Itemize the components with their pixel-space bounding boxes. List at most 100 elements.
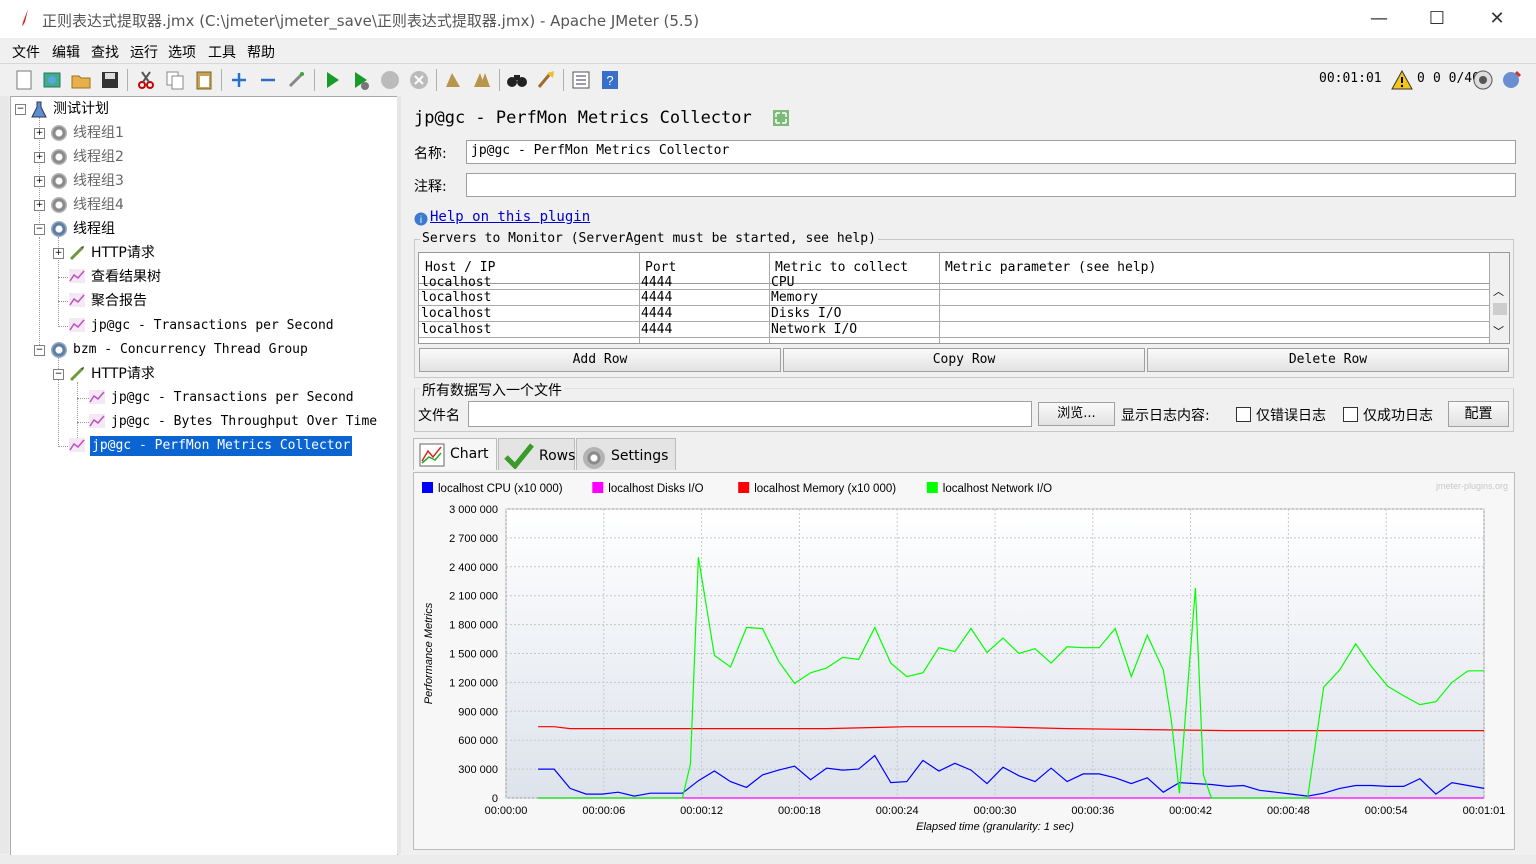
tree-node-tps-listener-2[interactable]: jp@gc - Transactions per Second bbox=[111, 388, 354, 408]
split-divider[interactable] bbox=[397, 96, 401, 854]
y-tick-label: 1 500 000 bbox=[449, 649, 498, 661]
column-header-parameter[interactable]: Metric parameter (see help) bbox=[945, 260, 1156, 275]
filename-field[interactable] bbox=[468, 401, 1032, 427]
start-icon[interactable] bbox=[321, 69, 343, 91]
scroll-thumb[interactable] bbox=[1493, 303, 1507, 315]
jmeter-logo-icon bbox=[22, 9, 28, 26]
column-header-host[interactable]: Host / IP bbox=[425, 260, 495, 275]
row-divider bbox=[419, 305, 1489, 306]
table-cell[interactable]: localhost bbox=[421, 322, 491, 337]
collapse-toggle[interactable]: − bbox=[34, 345, 45, 356]
collapse-toggle[interactable]: − bbox=[34, 224, 45, 235]
help-icon[interactable]: ? bbox=[599, 69, 621, 91]
expand-all-icon[interactable] bbox=[228, 69, 250, 91]
expand-toggle[interactable]: + bbox=[34, 128, 45, 139]
table-cell[interactable]: 4444 bbox=[641, 290, 672, 305]
menu-tools[interactable]: 工具 bbox=[208, 42, 236, 62]
name-field[interactable]: jp@gc - PerfMon Metrics Collector bbox=[466, 140, 1516, 164]
open-icon[interactable] bbox=[70, 69, 92, 91]
stop-icon[interactable] bbox=[379, 69, 401, 91]
table-cell[interactable]: localhost bbox=[421, 306, 491, 321]
menu-search[interactable]: 查找 bbox=[91, 42, 119, 62]
expand-toggle[interactable]: + bbox=[53, 248, 64, 259]
copy-icon[interactable] bbox=[164, 69, 186, 91]
new-icon[interactable] bbox=[13, 69, 35, 91]
start-no-pauses-icon[interactable] bbox=[350, 69, 372, 91]
errors-only-checkbox[interactable] bbox=[1236, 407, 1251, 422]
tree-node-thread-group-3[interactable]: 线程组3 bbox=[73, 171, 124, 191]
table-cell[interactable]: Memory bbox=[771, 290, 818, 305]
servers-table[interactable]: Host / IP Port Metric to collect Metric … bbox=[418, 252, 1510, 344]
tab-chart[interactable]: Chart bbox=[413, 438, 497, 470]
menu-file[interactable]: 文件 bbox=[12, 42, 40, 62]
test-plan-tree[interactable]: − 测试计划 + 线程组1 + 线程组2 + 线程组3 + 线程组4 − 线程组… bbox=[10, 96, 398, 856]
tab-rows[interactable]: Rows bbox=[498, 438, 575, 470]
table-cell[interactable]: 4444 bbox=[641, 306, 672, 321]
remote-status-icon[interactable] bbox=[1472, 69, 1494, 91]
collapse-all-icon[interactable] bbox=[257, 69, 279, 91]
shutdown-icon[interactable] bbox=[408, 69, 430, 91]
delete-row-button[interactable]: Delete Row bbox=[1147, 348, 1509, 372]
table-cell[interactable]: localhost bbox=[421, 290, 491, 305]
tree-node-tps-listener[interactable]: jp@gc - Transactions per Second bbox=[91, 316, 334, 336]
minimize-button[interactable]: — bbox=[1356, 6, 1402, 32]
tab-settings[interactable]: Settings bbox=[576, 438, 676, 470]
tree-node-thread-group-1[interactable]: 线程组1 bbox=[73, 123, 124, 143]
add-row-button[interactable]: Add Row bbox=[419, 348, 781, 372]
column-header-metric[interactable]: Metric to collect bbox=[775, 260, 908, 275]
log-viewer-icon[interactable] bbox=[1500, 69, 1522, 91]
collapse-toggle[interactable]: − bbox=[53, 369, 64, 380]
tree-node-concurrency-thread-group[interactable]: bzm - Concurrency Thread Group bbox=[73, 340, 308, 360]
warning-icon[interactable] bbox=[1391, 70, 1413, 90]
column-header-port[interactable]: Port bbox=[645, 260, 676, 275]
toggle-icon[interactable] bbox=[286, 69, 308, 91]
maximize-button[interactable]: ☐ bbox=[1414, 6, 1460, 32]
save-icon[interactable] bbox=[99, 69, 121, 91]
table-cell[interactable]: localhost bbox=[421, 275, 491, 290]
expand-toggle[interactable]: + bbox=[34, 200, 45, 211]
menu-help[interactable]: 帮助 bbox=[247, 42, 275, 62]
configure-button[interactable]: 配置 bbox=[1448, 401, 1509, 427]
clear-icon[interactable] bbox=[442, 69, 464, 91]
http-sampler-icon bbox=[69, 246, 84, 261]
reset-search-icon[interactable] bbox=[535, 69, 557, 91]
tree-node-thread-group-2[interactable]: 线程组2 bbox=[73, 147, 124, 167]
table-cell[interactable]: Disks I/O bbox=[771, 306, 841, 321]
expand-toggle[interactable]: + bbox=[34, 176, 45, 187]
scroll-up-icon[interactable]: ︿ bbox=[1493, 283, 1504, 299]
browse-button[interactable]: 浏览... bbox=[1038, 402, 1115, 426]
tree-node-test-plan[interactable]: 测试计划 bbox=[53, 99, 109, 119]
comment-field[interactable] bbox=[466, 173, 1516, 197]
tree-node-http-request-2[interactable]: HTTP请求 bbox=[91, 364, 155, 384]
table-cell[interactable]: Network I/O bbox=[771, 322, 857, 337]
cut-icon[interactable] bbox=[135, 69, 157, 91]
table-cell[interactable]: 4444 bbox=[641, 322, 672, 337]
close-button[interactable]: ✕ bbox=[1474, 6, 1520, 32]
tree-node-perfmon-selected[interactable]: jp@gc - PerfMon Metrics Collector bbox=[90, 436, 353, 456]
copy-row-button[interactable]: Copy Row bbox=[783, 348, 1145, 372]
table-cell[interactable]: 4444 bbox=[641, 275, 672, 290]
menu-run[interactable]: 运行 bbox=[130, 42, 158, 62]
templates-icon[interactable] bbox=[41, 69, 63, 91]
paste-icon[interactable] bbox=[193, 69, 215, 91]
tree-node-bytes-throughput[interactable]: jp@gc - Bytes Throughput Over Time bbox=[111, 412, 377, 432]
tree-node-aggregate-report[interactable]: 聚合报告 bbox=[91, 291, 147, 311]
tree-node-view-results-tree[interactable]: 查看结果树 bbox=[91, 267, 161, 287]
search-icon[interactable] bbox=[506, 69, 528, 91]
y-tick-label: 1 200 000 bbox=[449, 677, 498, 689]
expand-toggle[interactable]: + bbox=[34, 152, 45, 163]
collapse-toggle[interactable]: − bbox=[15, 104, 26, 115]
menu-options[interactable]: 选项 bbox=[168, 42, 196, 62]
scroll-down-icon[interactable]: ﹀ bbox=[1493, 323, 1504, 339]
table-cell[interactable]: CPU bbox=[771, 275, 794, 290]
menu-edit[interactable]: 编辑 bbox=[52, 42, 80, 62]
tree-node-thread-group[interactable]: 线程组 bbox=[73, 219, 115, 239]
expand-panel-icon[interactable] bbox=[772, 109, 790, 127]
clear-all-icon[interactable] bbox=[471, 69, 493, 91]
tree-node-thread-group-4[interactable]: 线程组4 bbox=[73, 195, 124, 215]
function-helper-icon[interactable] bbox=[570, 69, 592, 91]
y-tick-label: 600 000 bbox=[458, 735, 498, 747]
tree-node-http-request[interactable]: HTTP请求 bbox=[91, 243, 155, 263]
success-only-checkbox[interactable] bbox=[1343, 407, 1358, 422]
help-link[interactable]: Help on this plugin bbox=[430, 209, 590, 225]
